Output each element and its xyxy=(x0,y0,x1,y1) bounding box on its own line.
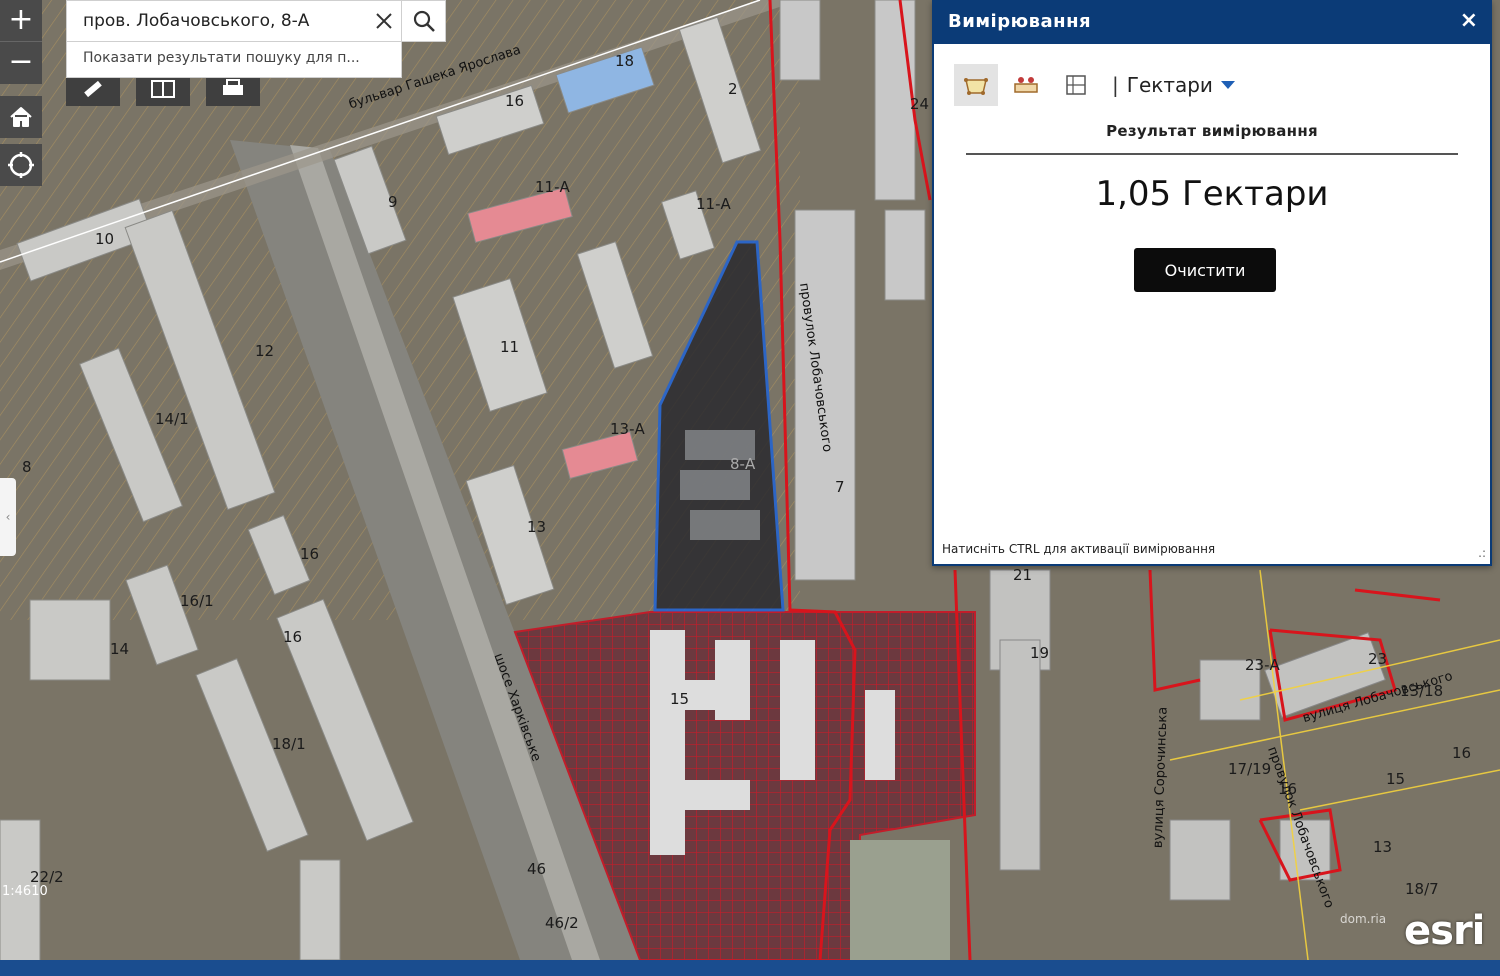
result-value: 1,05 Гектари xyxy=(1095,174,1329,214)
building-label: 10 xyxy=(95,230,115,248)
result-divider xyxy=(966,153,1458,155)
building-label: 17/19 xyxy=(1228,760,1272,778)
measure-tool-row: | Гектари xyxy=(954,64,1235,106)
map-scale: 1:4610 xyxy=(2,884,48,899)
building-label: 8 xyxy=(22,458,32,476)
map-viewer: 18 16 2 11-А 11-А 10 9 11 14/1 13-А 13 1… xyxy=(0,0,1500,976)
close-icon[interactable]: × xyxy=(1460,8,1478,33)
building-label: 46 xyxy=(527,860,547,878)
building-label: 13-А xyxy=(610,420,645,438)
area-measure-button[interactable] xyxy=(954,64,998,106)
building-label: 11 xyxy=(500,338,520,356)
search-box xyxy=(66,0,402,42)
building-label: 19 xyxy=(1030,644,1050,662)
sidebar-toggle-handle[interactable]: ‹ xyxy=(0,478,16,556)
area-measure-icon xyxy=(964,78,988,95)
watermark: dom.ria xyxy=(1340,912,1387,926)
building-label: 15 xyxy=(1386,770,1406,788)
building-label: 16 xyxy=(1452,744,1472,762)
search-input[interactable] xyxy=(83,1,363,41)
building-label: 18 xyxy=(615,52,635,70)
bottom-bar xyxy=(0,960,1500,976)
building-label: 21 xyxy=(1013,566,1033,584)
building-label: 7 xyxy=(835,478,845,496)
building-label: 13 xyxy=(527,518,547,536)
caret-down-icon xyxy=(1220,81,1235,89)
building-label: 16 xyxy=(283,628,303,646)
print-icon xyxy=(223,79,243,95)
home-button[interactable] xyxy=(0,96,42,138)
unit-separator: | xyxy=(1112,73,1119,97)
zoom-control: + − xyxy=(0,0,42,84)
result-label: Результат вимірювання xyxy=(1106,122,1318,140)
building-label: 9 xyxy=(388,193,398,211)
building-label: 16 xyxy=(300,545,320,563)
building-label: 11-А xyxy=(696,195,731,213)
building-label: 18/7 xyxy=(1405,880,1439,898)
building-label: 16 xyxy=(505,92,525,110)
clear-button[interactable]: Очистити xyxy=(1134,248,1276,292)
building-label: 11-А xyxy=(535,178,570,196)
panel-hint: Натисніть CTRL для активації вимірювання xyxy=(942,542,1216,556)
close-icon xyxy=(376,13,392,29)
panel-header: Вимірювання × xyxy=(934,2,1490,44)
ruler-icon xyxy=(84,80,102,98)
minus-icon: − xyxy=(8,44,34,79)
unit-dropdown-value: Гектари xyxy=(1126,73,1213,97)
search-clear-button[interactable] xyxy=(367,1,401,41)
building-label: 12 xyxy=(255,342,275,360)
building-label: 16/1 xyxy=(180,592,214,610)
chevron-left-icon: ‹ xyxy=(5,510,11,524)
plus-icon: + xyxy=(8,2,34,37)
resize-handle[interactable]: .: xyxy=(1478,546,1486,560)
search-suggestion[interactable]: Показати результати пошуку для п... xyxy=(66,42,402,78)
building-label: 8-А xyxy=(730,455,756,473)
layers-icon xyxy=(151,80,175,98)
distance-measure-icon xyxy=(1014,77,1038,93)
locate-icon xyxy=(8,152,34,178)
building-label: 24 xyxy=(910,95,930,113)
building-label: 23-А xyxy=(1245,656,1280,674)
distance-measure-button[interactable] xyxy=(1004,64,1048,106)
building-label: 14 xyxy=(110,640,130,658)
location-measure-button[interactable] xyxy=(1054,64,1098,106)
esri-logo: esri xyxy=(1404,908,1485,954)
home-icon xyxy=(10,107,32,127)
unit-dropdown[interactable]: Гектари xyxy=(1127,73,1235,97)
search-button[interactable] xyxy=(402,0,446,42)
zoom-out-button[interactable]: − xyxy=(0,42,42,84)
building-label: 23 xyxy=(1368,650,1388,668)
locate-button[interactable] xyxy=(0,144,42,186)
building-label: 15 xyxy=(670,690,690,708)
zoom-in-button[interactable]: + xyxy=(0,0,42,42)
location-measure-icon xyxy=(1066,75,1086,95)
building-label: 13 xyxy=(1373,838,1393,856)
building-label: 46/2 xyxy=(545,914,579,932)
search-icon xyxy=(413,10,435,32)
building-label: 14/1 xyxy=(155,410,189,428)
measurement-panel: Вимірювання × | Гектари Результат вимірю… xyxy=(932,0,1492,566)
panel-title: Вимірювання xyxy=(948,11,1092,32)
building-label: 2 xyxy=(728,80,738,98)
building-label: 18/1 xyxy=(272,735,306,753)
